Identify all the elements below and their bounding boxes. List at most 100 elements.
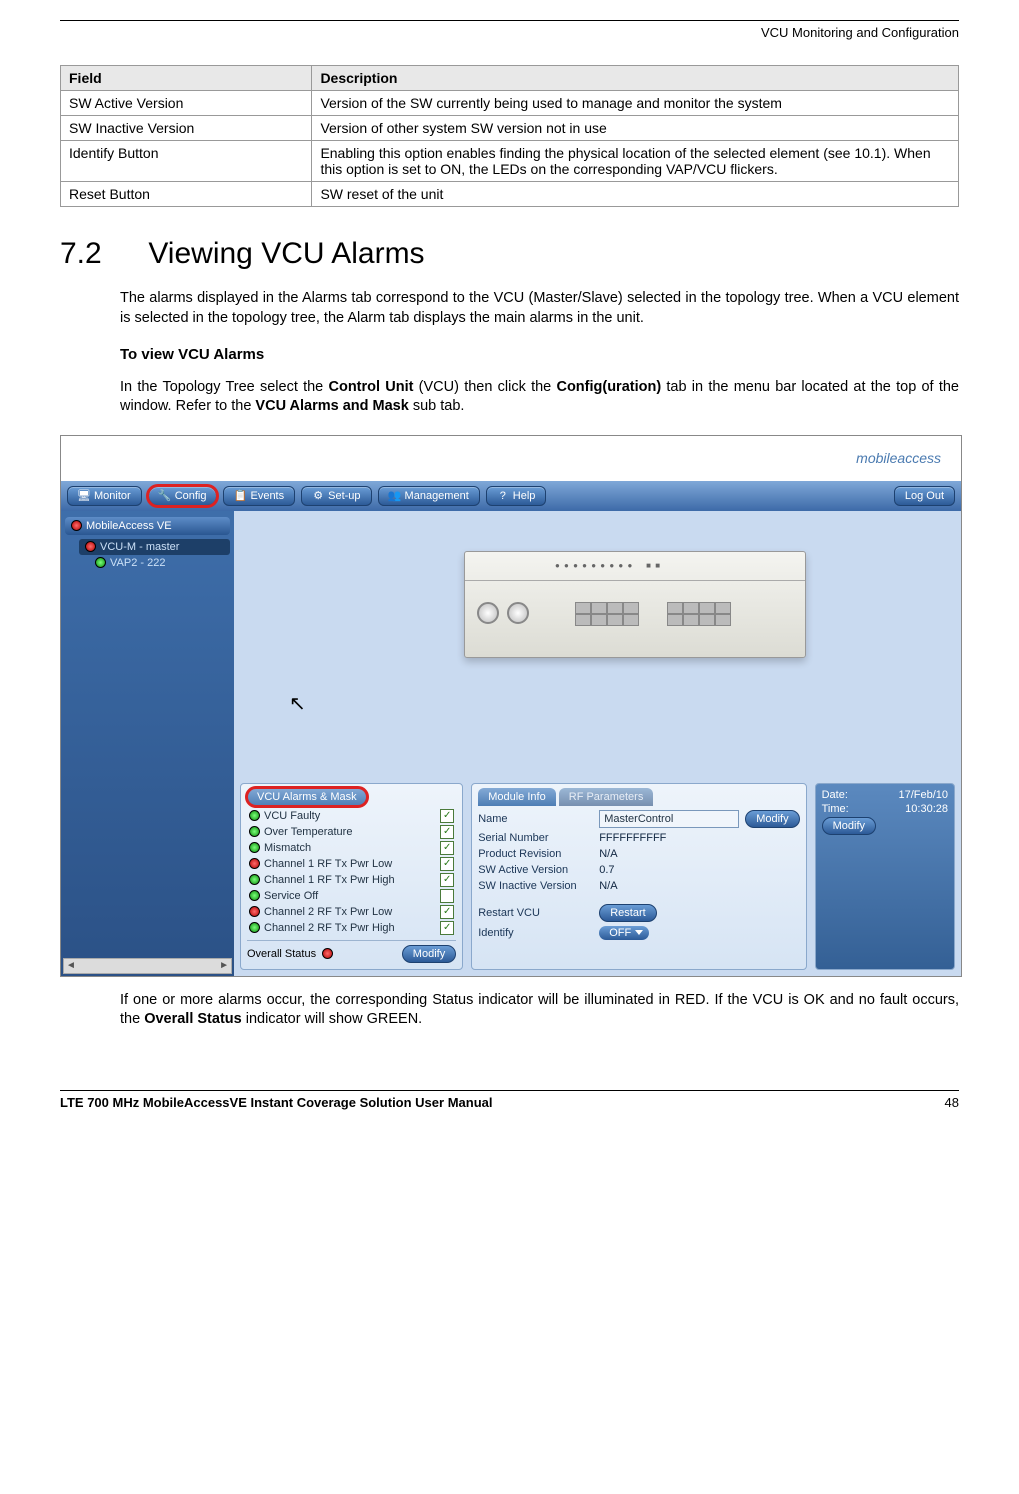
tree-root[interactable]: MobileAccess VE: [65, 517, 230, 535]
menu-events[interactable]: 📋 Events: [223, 486, 295, 506]
workspace: ● ● ● ● ● ● ● ● ● ■ ■: [234, 511, 961, 976]
tab-module-info[interactable]: Module Info: [478, 788, 555, 806]
page-footer: LTE 700 MHz MobileAccessVE Instant Cover…: [60, 1090, 959, 1110]
section-heading: 7.2 Viewing VCU Alarms: [60, 237, 959, 271]
connector-icon: [477, 602, 499, 624]
menu-help[interactable]: ? Help: [486, 486, 547, 506]
device-image: ● ● ● ● ● ● ● ● ● ■ ■: [464, 551, 806, 658]
time-row: Time: 10:30:28: [822, 802, 948, 816]
field-label: Name: [478, 813, 593, 825]
menu-management[interactable]: 👥 Management: [378, 486, 480, 506]
menu-config[interactable]: 🔧 Config: [148, 486, 218, 506]
menu-label: Management: [405, 490, 469, 502]
sidebar-scrollbar[interactable]: ◄ ►: [63, 958, 232, 974]
desc-cell: Enabling this option enables finding the…: [312, 141, 959, 182]
app-screenshot: mobileaccess 🖥 Monitor 🔧 Config 📋 Events…: [60, 435, 962, 977]
status-led-icon: [249, 842, 260, 853]
header-rule: [60, 20, 959, 21]
tab-rf-parameters[interactable]: RF Parameters: [559, 788, 654, 806]
scroll-right-icon[interactable]: ►: [219, 960, 229, 971]
alarm-mask-checkbox[interactable]: ✓: [440, 873, 454, 887]
menu-monitor[interactable]: 🖥 Monitor: [67, 486, 142, 506]
cursor-icon: ↖: [289, 691, 306, 716]
monitor-icon: 🖥: [78, 490, 90, 502]
restart-button[interactable]: Restart: [599, 904, 656, 922]
alarm-mask-checkbox[interactable]: ✓: [440, 921, 454, 935]
status-led-icon: [71, 520, 82, 531]
alarm-label: Service Off: [264, 890, 318, 902]
status-led-icon: [249, 874, 260, 885]
desc-cell: Version of the SW currently being used t…: [312, 91, 959, 116]
text-fragment: sub tab.: [409, 398, 465, 414]
identify-dropdown[interactable]: OFF: [599, 926, 649, 940]
field-cell: Identify Button: [61, 141, 312, 182]
alarm-mask-checkbox[interactable]: ✓: [440, 905, 454, 919]
menu-setup[interactable]: ⚙ Set-up: [301, 486, 371, 506]
alarms-panel: VCU Alarms & Mask VCU Faulty✓Over Temper…: [240, 783, 463, 970]
text-fragment: In the Topology Tree select the: [120, 379, 328, 395]
tree-node-vcu[interactable]: VCU-M - master: [79, 539, 230, 555]
text-fragment-bold: VCU Alarms and Mask: [255, 398, 408, 414]
overall-status-row: Overall Status Modify: [247, 940, 456, 963]
field-cell: SW Active Version: [61, 91, 312, 116]
status-led-icon: [85, 541, 96, 552]
tree-node-label: VCU-M - master: [100, 541, 179, 553]
menu-label: Set-up: [328, 490, 360, 502]
field-label: Serial Number: [478, 832, 593, 844]
text-fragment-bold: Overall Status: [144, 1011, 242, 1027]
alarm-label: Channel 2 RF Tx Pwr High: [264, 922, 395, 934]
module-info-panel: Module Info RF Parameters Name Modify Se…: [471, 783, 806, 970]
help-icon: ?: [497, 490, 509, 502]
section-title: Viewing VCU Alarms: [148, 237, 424, 270]
section-para-1: The alarms displayed in the Alarms tab c…: [120, 289, 959, 328]
module-serial-row: Serial Number FFFFFFFFFF: [478, 830, 799, 846]
menu-label: Events: [250, 490, 284, 502]
list-icon: 📋: [234, 490, 246, 502]
alarm-row: Channel 1 RF Tx Pwr High ✓: [247, 872, 456, 888]
status-led-icon: [322, 948, 333, 959]
module-restart-row: Restart VCU Restart: [478, 902, 799, 924]
tab-vcu-alarms[interactable]: VCU Alarms & Mask: [247, 788, 367, 806]
table-head-description: Description: [312, 66, 959, 91]
field-value: N/A: [599, 880, 729, 892]
modify-button[interactable]: Modify: [745, 810, 799, 828]
menu-label: Monitor: [94, 490, 131, 502]
section-number: 7.2: [60, 237, 140, 271]
text-fragment-bold: Config(uration): [556, 379, 661, 395]
field-cell: Reset Button: [61, 182, 312, 207]
status-led-icon: [249, 810, 260, 821]
alarm-mask-checkbox[interactable]: ✓: [440, 825, 454, 839]
field-value: 0.7: [599, 864, 729, 876]
alarm-mask-checkbox[interactable]: ✓: [440, 809, 454, 823]
desc-cell: Version of other system SW version not i…: [312, 116, 959, 141]
alarm-row: Channel 1 RF Tx Pwr Low✓: [247, 856, 456, 872]
bottom-panels: VCU Alarms & Mask VCU Faulty✓Over Temper…: [240, 783, 955, 970]
modify-button[interactable]: Modify: [402, 945, 456, 963]
menu-label: Config: [175, 490, 207, 502]
menu-label: Help: [513, 490, 536, 502]
module-sw-inactive-row: SW Inactive Version N/A: [478, 878, 799, 894]
modify-button[interactable]: Modify: [822, 817, 876, 835]
menu-logout[interactable]: Log Out: [894, 486, 955, 506]
alarm-mask-checkbox[interactable]: [440, 889, 454, 903]
field-description-table: Field Description SW Active Version Vers…: [60, 65, 959, 207]
logo-bar: mobileaccess: [61, 436, 961, 481]
after-screenshot-text: If one or more alarms occur, the corresp…: [120, 991, 959, 1030]
footer-title: LTE 700 MHz MobileAccessVE Instant Cover…: [60, 1095, 492, 1110]
brand-logo: mobileaccess: [856, 450, 941, 466]
module-name-input[interactable]: [599, 810, 739, 828]
tree-root-label: MobileAccess VE: [86, 520, 172, 532]
alarm-label: Channel 1 RF Tx Pwr High: [264, 874, 395, 886]
status-led-icon: [249, 858, 260, 869]
module-name-row: Name Modify: [478, 808, 799, 830]
status-led-icon: [249, 890, 260, 901]
alarm-label: VCU Faulty: [264, 810, 320, 822]
module-identify-row: Identify OFF: [478, 924, 799, 942]
users-icon: 👥: [389, 490, 401, 502]
alarm-mask-checkbox[interactable]: ✓: [440, 841, 454, 855]
scroll-left-icon[interactable]: ◄: [66, 960, 76, 971]
table-row: SW Inactive Version Version of other sys…: [61, 116, 959, 141]
table-row: SW Active Version Version of the SW curr…: [61, 91, 959, 116]
tree-node-vap[interactable]: VAP2 - 222: [95, 557, 230, 569]
alarm-mask-checkbox[interactable]: ✓: [440, 857, 454, 871]
